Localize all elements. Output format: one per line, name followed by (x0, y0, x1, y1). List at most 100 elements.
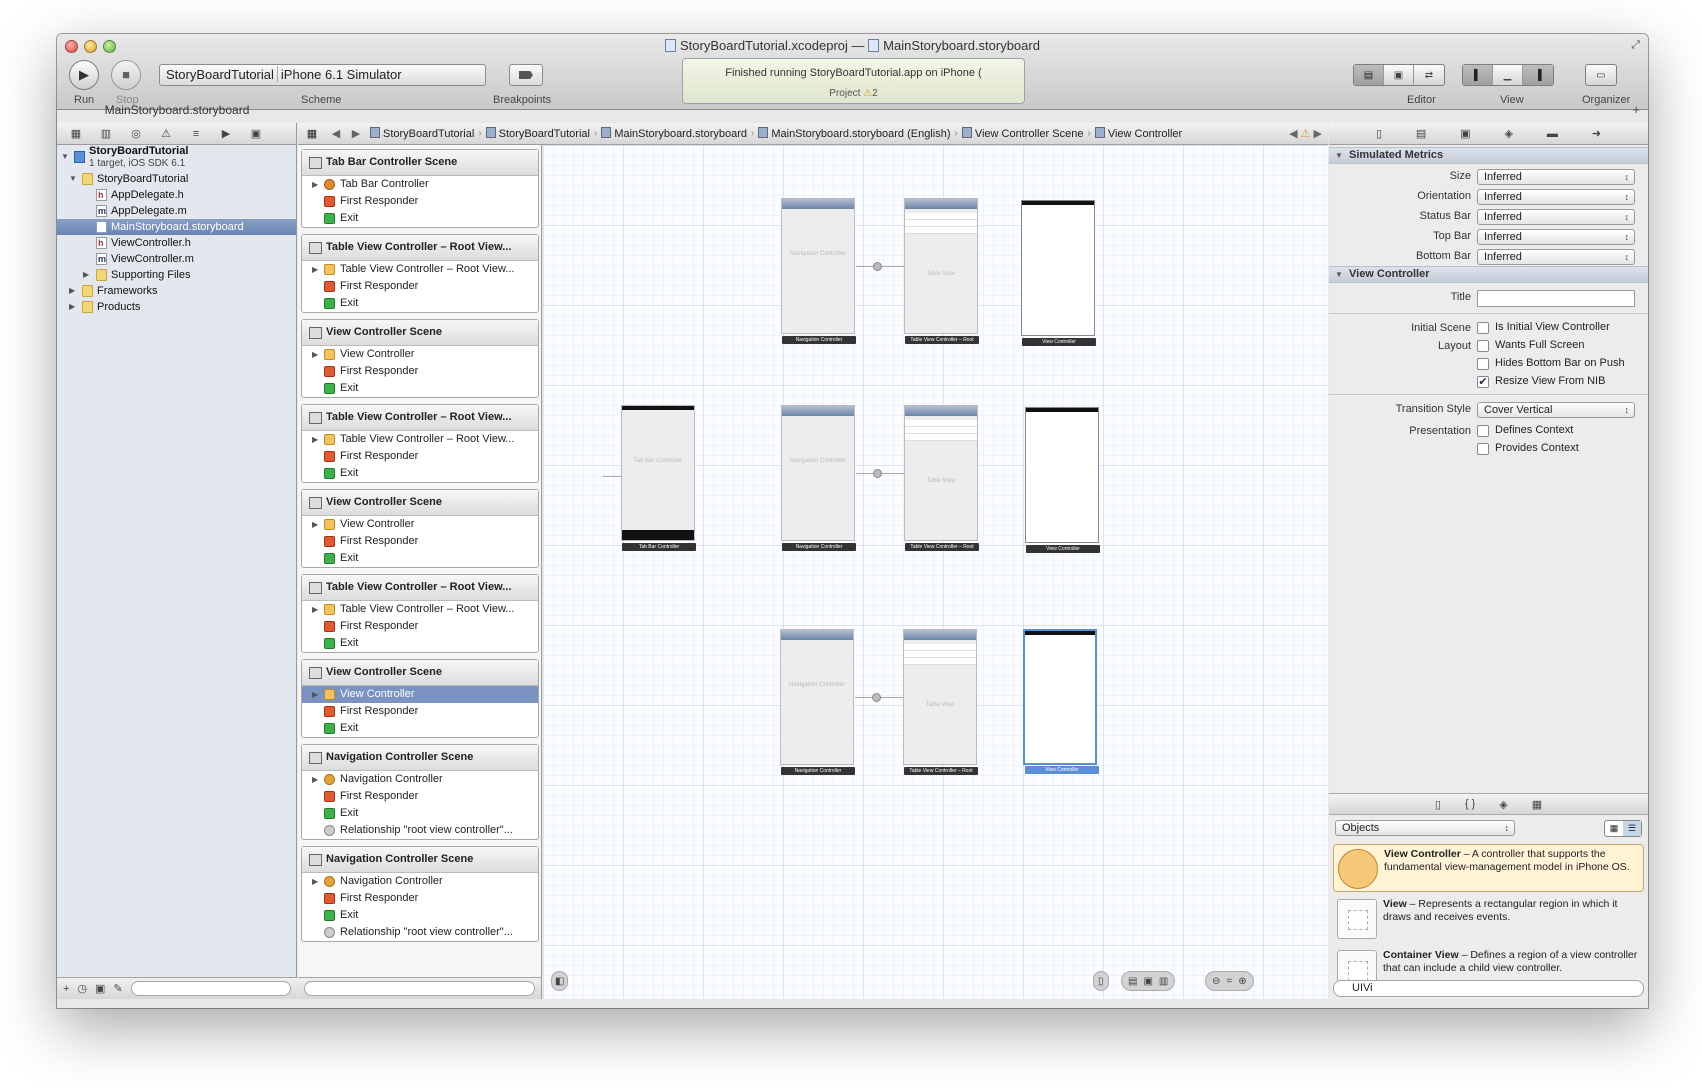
view-controller-header[interactable]: View Controller (1329, 266, 1648, 283)
connections-inspector-icon[interactable]: ➜ (1592, 127, 1601, 140)
outline-item[interactable]: ▶ View Controller (302, 516, 538, 533)
breadcrumb-item[interactable]: View Controller Scene (958, 127, 1088, 140)
outline-item[interactable]: ▶ View Controller (302, 686, 538, 703)
outline-item[interactable]: ▶ View Controller (302, 346, 538, 363)
project-root[interactable]: ▼ StoryBoardTutorial 1 target, iOS SDK 6… (57, 145, 296, 171)
disclosure-icon[interactable]: ▶ (83, 267, 89, 283)
metric-popup[interactable]: Inferred (1477, 189, 1635, 205)
outline-item[interactable]: First Responder (302, 278, 538, 295)
scene-header[interactable]: Table View Controller – Root View... (302, 575, 538, 601)
scene-header[interactable]: Table View Controller – Root View... (302, 405, 538, 431)
storyboard-canvas[interactable]: Navigation Controller Navigation Control… (543, 145, 1328, 999)
outline-item[interactable]: ▶ Navigation Controller (302, 771, 538, 788)
title-field[interactable] (1477, 290, 1635, 307)
forward-icon[interactable]: ▶ (346, 127, 366, 140)
code-snippet-icon[interactable]: { } (1465, 798, 1475, 810)
outline-item[interactable]: First Responder (302, 788, 538, 805)
disclosure-icon[interactable]: ▶ (312, 431, 318, 448)
issue-navigator-icon[interactable]: ⚠ (151, 127, 181, 140)
scene-header[interactable]: Navigation Controller Scene (302, 847, 538, 873)
pin-icon[interactable]: ▣ (1143, 976, 1152, 987)
segue-icon[interactable] (873, 262, 882, 271)
outline-item[interactable]: First Responder (302, 890, 538, 907)
outline-item[interactable]: First Responder (302, 363, 538, 380)
assistant-editor-icon[interactable]: ▣ (1384, 65, 1414, 85)
metric-popup[interactable]: Inferred (1477, 209, 1635, 225)
scene-view-controller-selected[interactable]: View Controller (1023, 629, 1099, 774)
navigator-filter-field[interactable] (130, 981, 291, 996)
outline-item[interactable]: Relationship "root view controller"... (302, 924, 538, 941)
library-popup[interactable]: Objects (1335, 820, 1515, 836)
project-navigator-icon[interactable]: ▦ (61, 127, 91, 140)
scene-table-view-controller-1[interactable]: Table View Table View Controller – Root (904, 198, 979, 344)
file-inspector-icon[interactable]: ▯ (1376, 127, 1382, 140)
version-editor-icon[interactable]: ⇄ (1414, 65, 1444, 85)
file-item-frameworks[interactable]: ▶ Frameworks (57, 283, 296, 299)
simulated-metrics-header[interactable]: Simulated Metrics (1329, 147, 1648, 164)
fullscreen-icon[interactable]: ⤢ (1631, 39, 1640, 52)
organizer-icon[interactable]: ▭ (1586, 65, 1616, 85)
outline-item[interactable]: Exit (302, 907, 538, 924)
scene-header[interactable]: Tab Bar Controller Scene (302, 150, 538, 176)
metric-popup[interactable]: Inferred (1477, 169, 1635, 185)
warning-icon[interactable]: ⚠ (863, 88, 872, 99)
breadcrumb-item[interactable]: StoryBoardTutorial (482, 127, 594, 140)
search-navigator-icon[interactable]: ◎ (121, 127, 151, 140)
outline-item[interactable]: Exit (302, 465, 538, 482)
outline-item[interactable]: ▶ Navigation Controller (302, 873, 538, 890)
scene-navigation-controller-1[interactable]: Navigation Controller Navigation Control… (781, 198, 856, 344)
disclosure-icon[interactable]: ▼ (69, 171, 77, 187)
log-navigator-icon[interactable]: ▣ (241, 127, 271, 140)
metric-popup[interactable]: Inferred (1477, 229, 1635, 245)
transition-style-popup[interactable]: Cover Vertical (1477, 402, 1635, 418)
scene-table-view-controller-3[interactable]: Table View Table View Controller – Root (903, 629, 978, 775)
file-item-viewcontroller-h[interactable]: h ViewController.h (57, 235, 296, 251)
disclosure-icon[interactable]: ▶ (69, 299, 75, 315)
outline-item[interactable]: Exit (302, 805, 538, 822)
breadcrumb-item[interactable]: View Controller (1091, 127, 1186, 140)
outline-item[interactable]: First Responder (302, 448, 538, 465)
disclosure-icon[interactable]: ▶ (312, 346, 318, 363)
attributes-inspector-icon[interactable]: ◈ (1505, 127, 1513, 140)
file-item-appdelegate-m[interactable]: m AppDelegate.m (57, 203, 296, 219)
disclosure-icon[interactable]: ▶ (312, 516, 318, 533)
object-library-icon[interactable]: ◈ (1499, 798, 1507, 811)
scene-navigation-controller-2[interactable]: Navigation Controller Navigation Control… (781, 405, 856, 551)
scene-group[interactable]: Navigation Controller Scene ▶ Navigation C… (301, 744, 539, 840)
library-item[interactable]: View – Represents a rectangular region i… (1333, 895, 1644, 943)
library-item[interactable]: View Controller – A controller that supp… (1333, 844, 1644, 892)
scene-header[interactable]: Table View Controller – Root View... (302, 235, 538, 261)
scene-tab-bar-controller[interactable]: Tab Bar Controller Tab Bar Controller (621, 405, 696, 551)
view-segmented-control[interactable]: ▌ ▁ ▐ (1462, 64, 1554, 86)
add-icon[interactable]: + (63, 983, 69, 995)
outline-item[interactable]: First Responder (302, 533, 538, 550)
outline-item[interactable]: Exit (302, 720, 538, 737)
outline-item[interactable]: Exit (302, 210, 538, 227)
debug-navigator-icon[interactable]: ≡ (181, 128, 211, 140)
debug-toggle-icon[interactable]: ▁ (1493, 65, 1523, 85)
outline-item[interactable]: First Responder (302, 703, 538, 720)
run-button[interactable]: ▶ (69, 60, 99, 90)
wants-full-screen-checkbox[interactable] (1477, 340, 1489, 352)
scene-group[interactable]: Tab Bar Controller Scene ▶ Tab Bar Control… (301, 149, 539, 228)
zoom-in-icon[interactable]: ⊕ (1238, 976, 1246, 987)
scm-icon[interactable]: ▣ (95, 982, 105, 995)
scene-header[interactable]: View Controller Scene (302, 660, 538, 686)
back-icon[interactable]: ◀ (326, 127, 346, 140)
outline-toggle-button[interactable]: ◧ (551, 971, 569, 991)
disclosure-icon[interactable]: ▶ (312, 261, 318, 278)
warning-count[interactable]: 2 (872, 88, 878, 99)
metric-popup[interactable]: Inferred (1477, 249, 1635, 265)
tab-mainstoryboard[interactable]: MainStoryboard.storyboard (57, 100, 297, 122)
hides-bottom-bar-checkbox[interactable] (1477, 358, 1489, 370)
symbol-navigator-icon[interactable]: ▥ (91, 127, 121, 140)
identity-inspector-icon[interactable]: ▣ (1460, 127, 1470, 140)
segue-icon[interactable] (872, 693, 881, 702)
breakpoints-button[interactable] (509, 64, 543, 86)
outline-item[interactable]: Exit (302, 295, 538, 312)
breadcrumb-item[interactable]: MainStoryboard.storyboard (597, 127, 751, 140)
outline-item[interactable]: ▶ Tab Bar Controller (302, 176, 538, 193)
file-item-supporting-files[interactable]: ▶ Supporting Files (57, 267, 296, 283)
scene-group[interactable]: Navigation Controller Scene ▶ Navigation C… (301, 846, 539, 942)
scene-group[interactable]: View Controller Scene ▶ View Controller Fir… (301, 489, 539, 568)
